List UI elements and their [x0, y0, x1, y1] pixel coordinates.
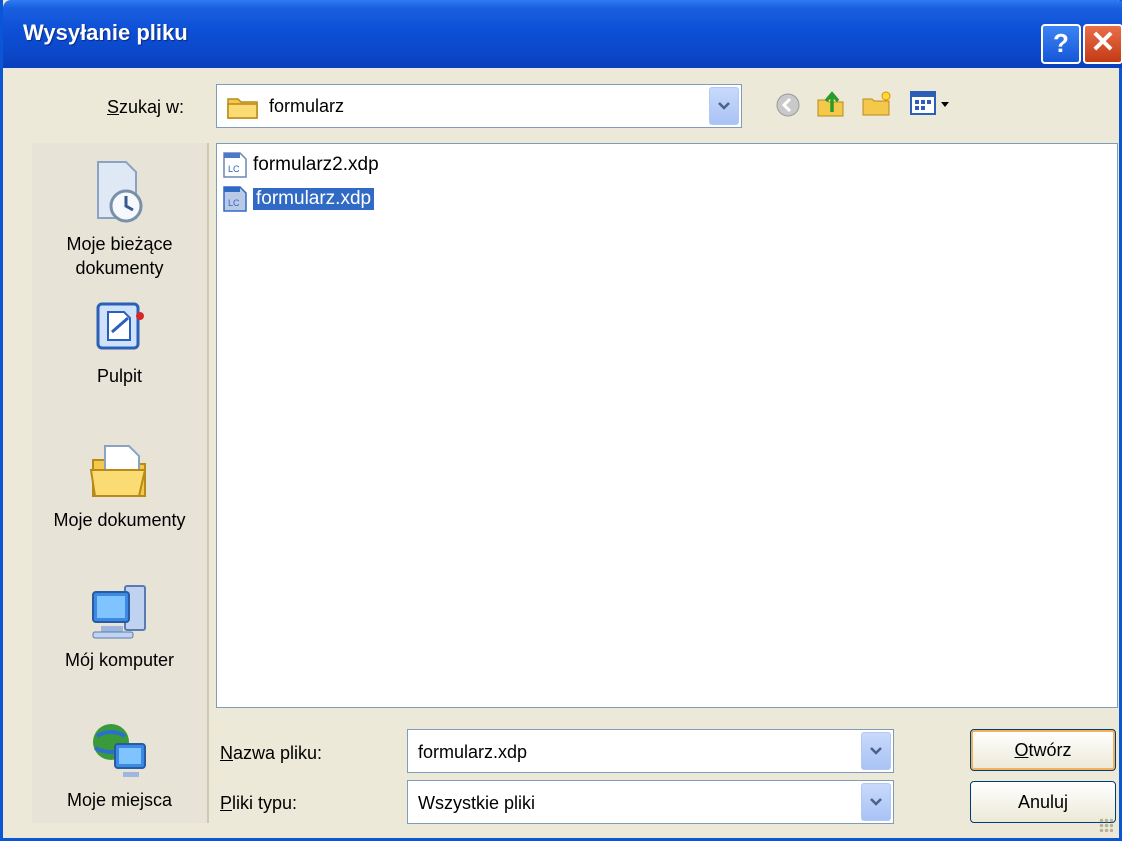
lookin-value: formularz: [269, 96, 345, 116]
cancel-button[interactable]: Anuluj: [970, 781, 1116, 823]
lookin-label: Szukaj w:: [107, 97, 185, 117]
place-desktop[interactable]: Pulpit: [32, 298, 207, 388]
file-name: formularz2.xdp: [253, 154, 379, 175]
chevron-down-icon: [870, 798, 882, 806]
open-button[interactable]: Otwórz: [970, 729, 1116, 771]
filename-label: Nazwa pliku:: [220, 743, 323, 763]
filename-field[interactable]: formularz.xdp: [407, 729, 894, 773]
my-computer-icon: [91, 585, 146, 639]
chevron-down-icon: [870, 747, 882, 755]
filename-dropdown-arrow[interactable]: [861, 732, 891, 770]
place-label: Pulpit: [96, 366, 143, 386]
help-button[interactable]: ?: [1041, 24, 1081, 64]
new-folder-icon[interactable]: [861, 88, 893, 125]
place-network[interactable]: Moje miejsca: [32, 718, 207, 812]
recent-documents-icon: [96, 161, 142, 223]
lookin-dropdown[interactable]: formularz: [216, 84, 742, 128]
place-my-documents[interactable]: Moje dokumenty: [32, 438, 207, 532]
place-my-computer[interactable]: Mój komputer: [32, 578, 207, 672]
dialog-title: Wysyłanie pliku: [23, 20, 188, 45]
filetype-value: Wszystkie pliki: [418, 793, 536, 813]
filetype-label: Pliki typu:: [220, 793, 298, 813]
svg-text:LC: LC: [228, 164, 240, 174]
desktop-icon: [96, 302, 144, 350]
lookin-dropdown-arrow[interactable]: [709, 87, 739, 125]
close-button[interactable]: ✕: [1083, 24, 1122, 64]
place-label: Moje miejsca: [66, 790, 173, 810]
lc-document-icon: LC: [223, 186, 247, 212]
back-icon[interactable]: [775, 92, 801, 123]
list-item-selected[interactable]: LC formularz.xdp: [221, 184, 375, 214]
list-item[interactable]: LC formularz2.xdp: [221, 150, 379, 180]
up-folder-icon[interactable]: [815, 88, 847, 125]
filetype-dropdown[interactable]: Wszystkie pliki: [407, 780, 894, 824]
network-places-icon: [92, 724, 146, 777]
title-bar[interactable]: Wysyłanie pliku ? ✕: [3, 0, 1122, 68]
filename-value: formularz.xdp: [418, 742, 528, 762]
svg-text:LC: LC: [228, 198, 240, 208]
view-menu-icon[interactable]: [909, 90, 953, 123]
resize-grip[interactable]: [1099, 818, 1113, 832]
filetype-dropdown-arrow[interactable]: [861, 783, 891, 821]
place-label: Moje bieżące: [66, 234, 173, 254]
place-label-line2: dokumenty: [75, 258, 164, 278]
my-documents-icon: [89, 445, 146, 497]
place-recent-documents[interactable]: Moje bieżące dokumenty: [32, 158, 207, 280]
lc-document-icon: LC: [223, 152, 247, 178]
place-label: Mój komputer: [64, 650, 175, 670]
folder-icon: [227, 94, 259, 125]
file-name: formularz.xdp: [253, 188, 375, 210]
place-label: Moje dokumenty: [53, 510, 186, 530]
file-list[interactable]: LC formularz2.xdp LC formularz.xdp: [216, 143, 1118, 708]
chevron-down-icon: [718, 102, 730, 110]
file-upload-dialog: Wysyłanie pliku ? ✕ Szukaj w: formularz: [0, 0, 1122, 841]
places-bar: Moje bieżące dokumenty Pulpit Moje dokum…: [32, 143, 209, 823]
